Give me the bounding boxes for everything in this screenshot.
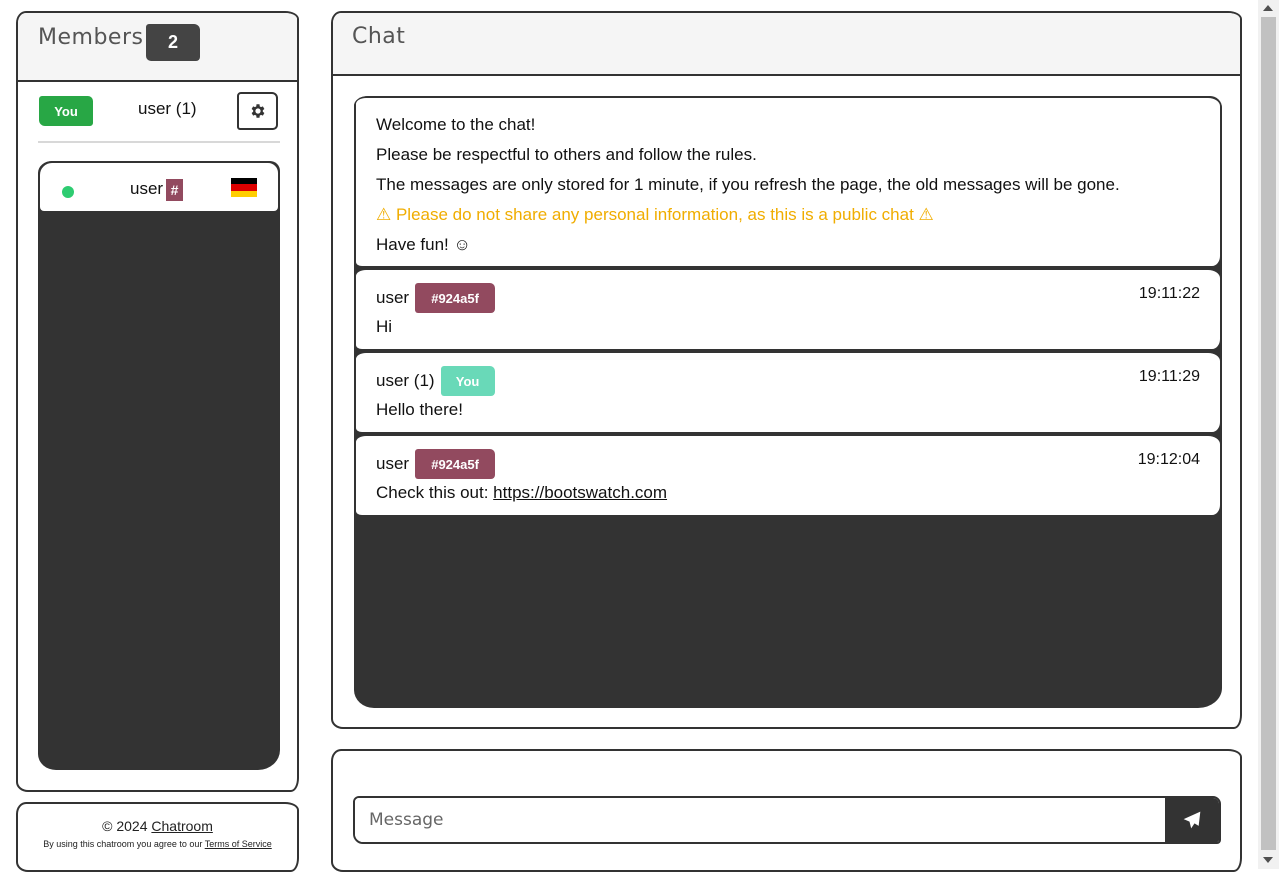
message-author: user (1) (376, 371, 435, 390)
message-author: user (376, 454, 410, 473)
message-input-group (353, 796, 1221, 844)
member-name: user (130, 179, 164, 198)
have-fun-line: Have fun! ☺ (376, 235, 471, 254)
chat-header: Chat (333, 13, 1240, 76)
members-panel: Members 2 You user (1) user # (16, 11, 299, 792)
copyright: © 2024 Chatroom (18, 818, 297, 834)
welcome-message: Welcome to the chat! Please be respectfu… (354, 96, 1222, 268)
chatroom-link[interactable]: Chatroom (151, 818, 212, 834)
chat-message: user #924a5f 19:12:04 Check this out: ht… (354, 434, 1222, 517)
privacy-warning: ⚠ Please do not share any personal infor… (376, 205, 934, 224)
message-author: user (376, 288, 410, 307)
members-header: Members 2 (18, 13, 297, 82)
scroll-down-icon[interactable] (1263, 857, 1273, 863)
message-input-panel (331, 749, 1242, 872)
message-timestamp: 19:11:22 (1138, 285, 1200, 302)
you-badge: You (39, 96, 93, 126)
members-count-badge: 2 (146, 24, 200, 61)
message-list[interactable]: Welcome to the chat! Please be respectfu… (354, 96, 1222, 708)
members-title: Members (38, 25, 144, 50)
page-scrollbar[interactable] (1258, 0, 1279, 869)
gear-icon (251, 104, 264, 118)
current-user-row: You user (1) (38, 91, 280, 143)
rules-line: Please be respectful to others and follo… (376, 145, 757, 164)
chat-panel: Chat Welcome to the chat! Please be resp… (331, 11, 1242, 729)
message-timestamp: 19:11:29 (1138, 368, 1200, 385)
online-status-icon (62, 186, 74, 198)
message-text: Hello there! (376, 400, 463, 419)
paper-plane-icon (1183, 811, 1201, 829)
message-text: Check this out: https://bootswatch.com (376, 483, 667, 503)
member-color-tag: # (166, 179, 183, 201)
germany-flag-icon (231, 178, 257, 197)
user-color-badge: #924a5f (415, 449, 496, 479)
message-timestamp: 19:12:04 (1137, 451, 1200, 468)
terms-of-service-link[interactable]: Terms of Service (205, 839, 272, 849)
scrollbar-thumb[interactable] (1261, 17, 1276, 850)
message-link[interactable]: https://bootswatch.com (493, 483, 667, 502)
message-input[interactable] (355, 798, 1165, 842)
member-list: user # (38, 161, 280, 770)
you-badge: You (440, 366, 495, 396)
chat-message: user (1) You 19:11:29 Hello there! (354, 351, 1222, 434)
footer-panel: © 2024 Chatroom By using this chatroom y… (16, 802, 299, 872)
scroll-up-icon[interactable] (1263, 5, 1273, 11)
welcome-line: Welcome to the chat! (376, 115, 536, 134)
tos-notice: By using this chatroom you agree to our … (18, 839, 297, 849)
message-text-prefix: Check this out: (376, 483, 494, 502)
copyright-text: © 2024 (102, 818, 152, 834)
current-user-name: user (1) (138, 99, 197, 118)
settings-button[interactable] (237, 92, 278, 130)
storage-notice-line: The messages are only stored for 1 minut… (376, 175, 1120, 194)
chat-title: Chat (352, 24, 406, 49)
tos-text: By using this chatroom you agree to our (43, 839, 205, 849)
message-text: Hi (376, 317, 393, 336)
member-item[interactable]: user # (38, 161, 280, 213)
chat-message: user #924a5f 19:11:22 Hi (354, 268, 1222, 351)
user-color-badge: #924a5f (415, 283, 496, 313)
send-button[interactable] (1165, 798, 1219, 842)
